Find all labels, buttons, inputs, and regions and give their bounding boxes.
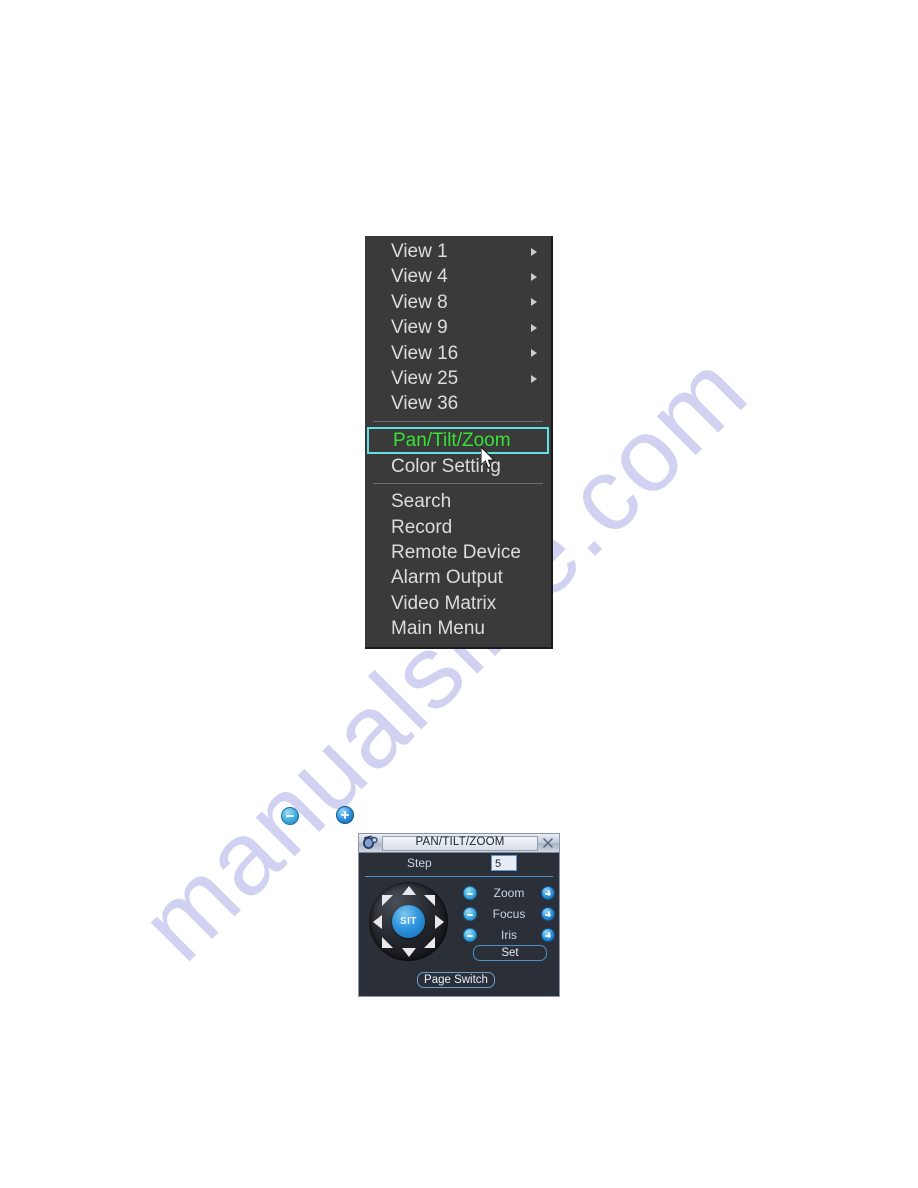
menu-separator-top bbox=[373, 420, 543, 422]
menu-item-view-1[interactable]: View 1 bbox=[365, 239, 551, 264]
chevron-right-icon bbox=[531, 273, 537, 282]
minus-icon bbox=[463, 907, 477, 921]
minus-icon bbox=[463, 886, 477, 900]
mouse-cursor-icon bbox=[481, 447, 496, 469]
menu-item-view-25[interactable]: View 25 bbox=[365, 366, 551, 391]
chevron-right-icon bbox=[531, 323, 537, 332]
pan-tilt-zoom-panel[interactable]: PAN/TILT/ZOOM Step 5 SIT Zoom Focus Iris… bbox=[358, 833, 560, 997]
minus-bar bbox=[466, 913, 474, 916]
plus-icon bbox=[541, 886, 555, 900]
minus-bar bbox=[466, 892, 474, 895]
focus-control-row: Focus bbox=[463, 904, 555, 924]
iris-control-row: Iris bbox=[463, 925, 555, 945]
dpad-center-button[interactable]: SIT bbox=[392, 905, 425, 938]
plus-bar-vertical bbox=[547, 910, 550, 918]
menu-item-video-matrix[interactable]: Video Matrix bbox=[365, 591, 551, 616]
arrow-right-icon[interactable] bbox=[435, 914, 444, 929]
minus-icon bbox=[463, 928, 477, 942]
menu-item-label: Record bbox=[391, 516, 453, 538]
iris-plus-button[interactable] bbox=[541, 928, 555, 942]
close-icon[interactable] bbox=[540, 835, 556, 851]
minus-bar bbox=[285, 815, 295, 818]
ptz-title: PAN/TILT/ZOOM bbox=[415, 836, 505, 849]
page-switch-button[interactable]: Page Switch bbox=[417, 972, 495, 988]
chevron-right-icon bbox=[531, 374, 537, 383]
zoom-minus-button[interactable] bbox=[463, 886, 477, 900]
arrow-left-icon[interactable] bbox=[373, 914, 382, 929]
menu-item-view-4[interactable]: View 4 bbox=[365, 264, 551, 289]
ptz-camera-icon bbox=[363, 835, 378, 849]
focus-plus-button[interactable] bbox=[541, 907, 555, 921]
chevron-right-icon bbox=[531, 349, 537, 358]
context-menu[interactable]: View 1 View 4 View 8 View 9 View 16 View… bbox=[365, 236, 553, 650]
minus-bar bbox=[466, 934, 474, 937]
zoom-plus-button[interactable] bbox=[541, 886, 555, 900]
menu-item-view-16[interactable]: View 16 bbox=[365, 341, 551, 366]
zoom-control-row: Zoom bbox=[463, 883, 555, 903]
plus-icon bbox=[541, 928, 555, 942]
menu-item-label: Alarm Output bbox=[391, 567, 503, 589]
menu-item-record[interactable]: Record bbox=[365, 515, 551, 540]
menu-item-label: View 36 bbox=[391, 393, 459, 415]
minus-icon[interactable] bbox=[281, 807, 299, 825]
menu-separator-bottom bbox=[373, 483, 543, 485]
focus-label: Focus bbox=[492, 907, 526, 921]
ptz-titlebar[interactable]: PAN/TILT/ZOOM bbox=[359, 834, 559, 853]
menu-item-label: Search bbox=[391, 491, 452, 513]
menu-item-alarm-output[interactable]: Alarm Output bbox=[365, 565, 551, 590]
menu-item-main-menu[interactable]: Main Menu bbox=[365, 616, 551, 641]
menu-item-label: Remote Device bbox=[391, 541, 521, 563]
menu-item-label: View 16 bbox=[391, 342, 459, 364]
ptz-body: Step 5 SIT Zoom Focus Iris Set Page Swit… bbox=[359, 853, 559, 997]
menu-item-view-9[interactable]: View 9 bbox=[365, 315, 551, 340]
menu-item-pan-tilt-zoom[interactable]: Pan/Tilt/Zoom bbox=[367, 426, 549, 454]
focus-minus-button[interactable] bbox=[463, 907, 477, 921]
menu-item-label: View 4 bbox=[391, 266, 448, 288]
arrow-down-icon[interactable] bbox=[401, 948, 416, 957]
plus-icon[interactable] bbox=[336, 806, 354, 824]
menu-item-label: Video Matrix bbox=[391, 592, 497, 614]
plus-icon bbox=[541, 907, 555, 921]
plus-bar-vertical bbox=[547, 931, 550, 939]
step-input[interactable]: 5 bbox=[491, 855, 517, 871]
direction-pad[interactable]: SIT bbox=[369, 882, 448, 961]
zoom-label: Zoom bbox=[493, 886, 525, 900]
plus-icon-shape bbox=[336, 806, 354, 824]
chevron-right-icon bbox=[531, 247, 537, 256]
menu-item-remote-device[interactable]: Remote Device bbox=[365, 540, 551, 565]
step-row: Step 5 bbox=[365, 853, 553, 877]
menu-item-label: Main Menu bbox=[391, 618, 485, 640]
menu-item-label: View 25 bbox=[391, 367, 459, 389]
dpad-center-label: SIT bbox=[399, 916, 418, 927]
minus-icon-shape bbox=[281, 807, 299, 825]
menu-item-label: View 8 bbox=[391, 291, 448, 313]
chevron-right-icon bbox=[531, 298, 537, 307]
iris-minus-button[interactable] bbox=[463, 928, 477, 942]
plus-bar-vertical bbox=[547, 889, 550, 897]
iris-label: Iris bbox=[501, 928, 517, 942]
lens-controls: Zoom Focus Iris bbox=[463, 883, 555, 946]
menu-item-view-36[interactable]: View 36 bbox=[365, 391, 551, 416]
menu-item-label: View 1 bbox=[391, 241, 448, 262]
menu-item-color-setting[interactable]: Color Setting bbox=[365, 454, 551, 479]
menu-item-label: View 9 bbox=[391, 317, 448, 339]
ptz-title-box: PAN/TILT/ZOOM bbox=[382, 835, 538, 851]
step-label: Step bbox=[407, 856, 432, 870]
arrow-up-icon[interactable] bbox=[401, 886, 416, 895]
menu-item-view-8[interactable]: View 8 bbox=[365, 290, 551, 315]
set-button[interactable]: Set bbox=[473, 945, 547, 961]
menu-item-search[interactable]: Search bbox=[365, 489, 551, 514]
